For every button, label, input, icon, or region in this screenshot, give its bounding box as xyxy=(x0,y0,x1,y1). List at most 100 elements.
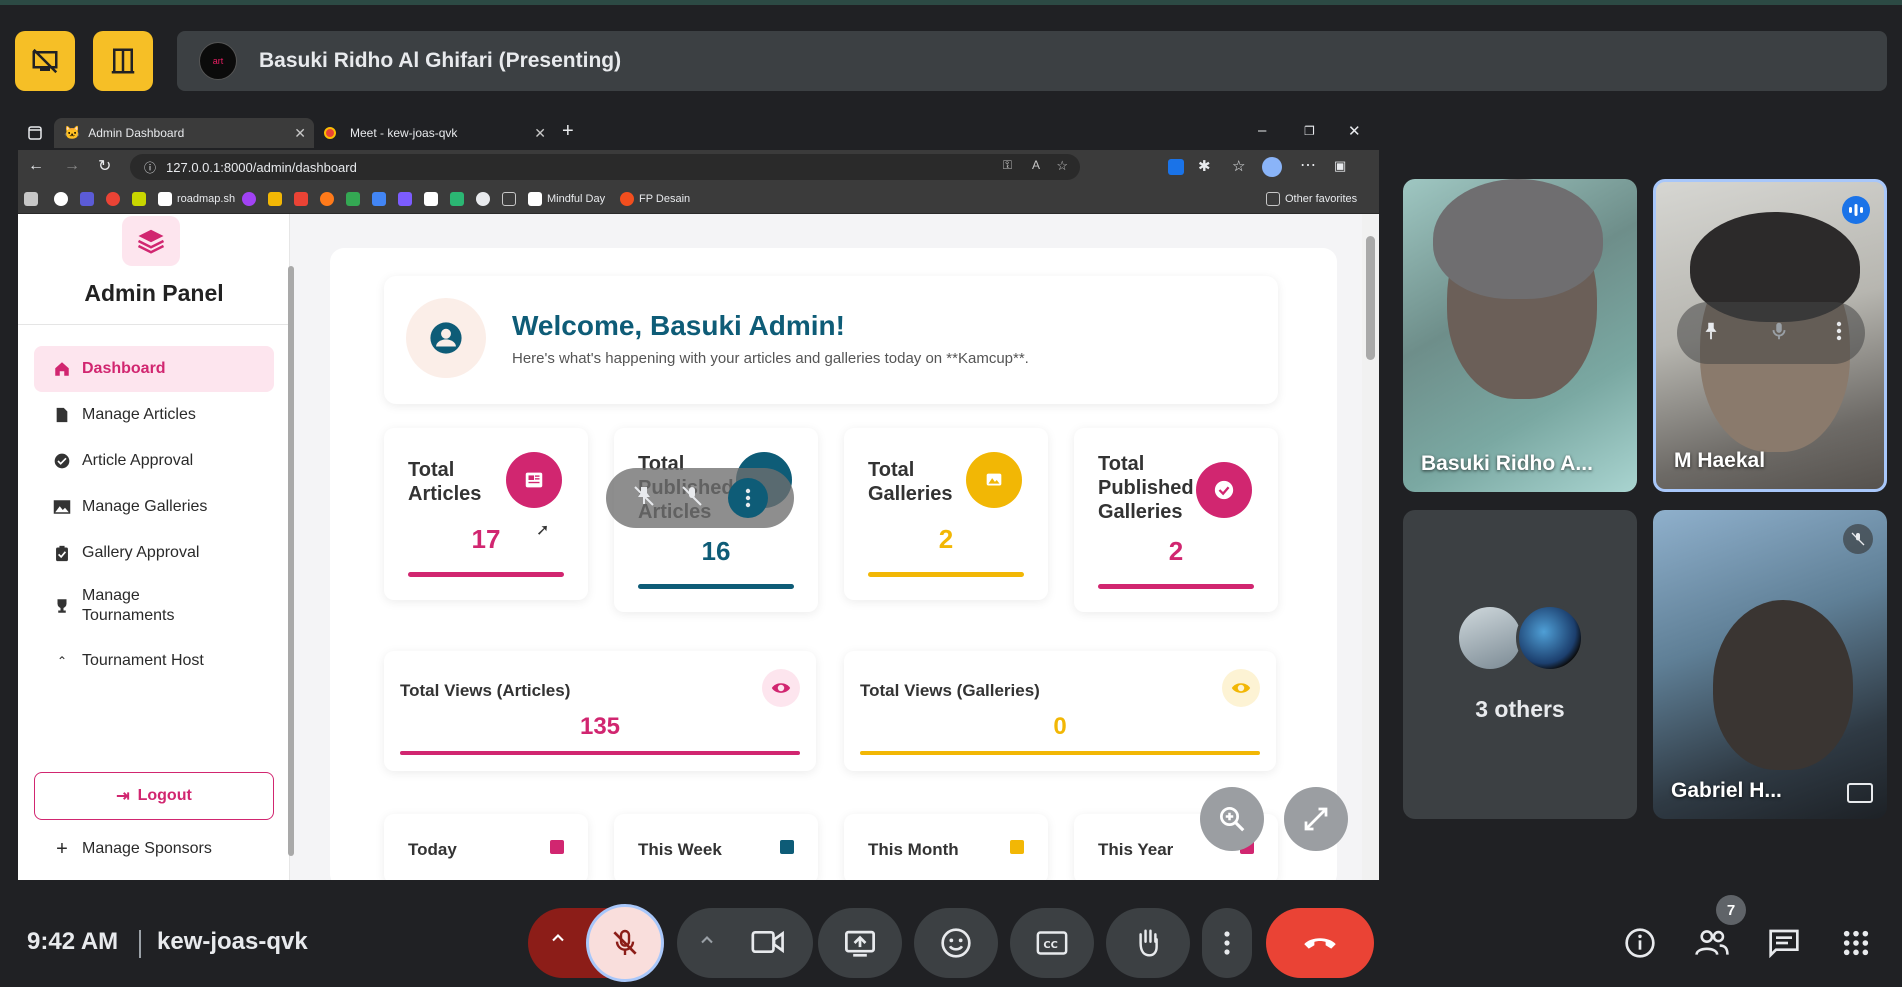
sidebar-item-manage-sponsors[interactable]: + Manage Sponsors xyxy=(34,826,274,872)
chat-button[interactable] xyxy=(1765,924,1803,962)
audio-options-chevron-icon[interactable] xyxy=(548,928,568,953)
leave-call-button[interactable] xyxy=(1266,908,1374,978)
read-aloud-icon[interactable]: A xyxy=(1032,158,1040,172)
views-value: 135 xyxy=(579,713,621,740)
bookmark-google[interactable] xyxy=(54,191,68,207)
address-bar[interactable]: ⓘ 127.0.0.1:8000/admin/dashboard ☆ A ⚿ xyxy=(130,154,1080,180)
sidebar-item-gallery-approval[interactable]: Gallery Approval xyxy=(34,530,274,576)
screen-share-off-button[interactable] xyxy=(15,31,75,91)
stat-label: Total Galleries xyxy=(868,459,953,505)
period-label: This Month xyxy=(868,840,959,859)
sidebar-item-article-approval[interactable]: Article Approval xyxy=(34,438,274,484)
bookmark-icon-6[interactable] xyxy=(294,191,308,207)
bookmark-youtube[interactable] xyxy=(106,191,120,207)
sidebar-item-manage-galleries[interactable]: Manage Galleries xyxy=(34,484,274,530)
participant-hair xyxy=(1433,179,1603,299)
mute-participant-icon[interactable] xyxy=(1768,319,1790,348)
favorite-star-icon[interactable]: ☆ xyxy=(1056,158,1068,174)
more-options-icon[interactable] xyxy=(1836,321,1842,346)
meeting-details-button[interactable] xyxy=(1621,924,1659,962)
stat-value: 16 xyxy=(701,536,731,566)
calendar-icon xyxy=(780,840,794,854)
close-icon[interactable]: ✕ xyxy=(294,125,306,142)
bookmark-icon-13[interactable] xyxy=(476,191,490,207)
present-screen-button[interactable] xyxy=(818,908,902,978)
stat-card-total-galleries: Total Galleries 2 xyxy=(844,428,1048,600)
video-options-chevron-icon[interactable] xyxy=(697,930,717,955)
bookmark-icon-7[interactable] xyxy=(320,191,334,207)
tab-meet[interactable]: Meet - kew-joas-qvk ✕ xyxy=(314,118,554,148)
sidebar-item-label: Tournament Host xyxy=(82,652,204,669)
fullscreen-button[interactable] xyxy=(1284,787,1348,851)
captions-icon: CC xyxy=(1036,931,1068,955)
reload-icon[interactable]: ↻ xyxy=(98,156,111,176)
tab-admin-dashboard[interactable]: 🐱 Admin Dashboard ✕ xyxy=(54,118,314,148)
bookmark-icon-9[interactable] xyxy=(372,191,386,207)
bookmark-icon-10[interactable] xyxy=(398,191,412,207)
reactions-button[interactable] xyxy=(914,908,998,978)
back-icon[interactable]: ← xyxy=(28,157,44,175)
people-button[interactable] xyxy=(1693,924,1731,962)
close-icon[interactable]: ✕ xyxy=(534,125,546,142)
participant-tile-gabriel[interactable]: Gabriel H... xyxy=(1653,510,1887,819)
zoom-button[interactable] xyxy=(1200,787,1264,851)
page-scrollbar-thumb[interactable] xyxy=(1366,236,1375,360)
bookmark-icon-12[interactable] xyxy=(450,191,464,207)
tab-actions-icon[interactable] xyxy=(28,126,42,145)
present-icon xyxy=(845,930,875,957)
door-layout-button[interactable] xyxy=(93,31,153,91)
other-favorites[interactable]: Other favorites xyxy=(1266,191,1357,207)
more-options-button[interactable] xyxy=(1202,908,1252,978)
more-icon[interactable]: ⋯ xyxy=(1300,155,1316,175)
forward-icon[interactable]: → xyxy=(64,157,80,175)
bookmark-icon-8[interactable] xyxy=(346,191,360,207)
more-options-icon[interactable] xyxy=(728,478,768,518)
participant-tile-basuki[interactable]: Basuki Ridho A... xyxy=(1403,179,1637,492)
bookmark-icon-11[interactable] xyxy=(424,191,438,207)
presentation-overlay-controls xyxy=(606,468,794,528)
new-tab-icon[interactable]: + xyxy=(562,120,574,143)
bookmark-roadmap[interactable]: roadmap.sh xyxy=(158,191,235,207)
bookmark-icon-2[interactable] xyxy=(80,191,94,207)
bookmark-icon-5[interactable] xyxy=(268,191,282,207)
bookmark-icon-1[interactable] xyxy=(24,191,38,207)
minimize-icon[interactable]: – xyxy=(1258,122,1266,139)
sidebar-item-label: Manage Tournaments xyxy=(82,587,175,624)
bookmark-fp-desain[interactable]: FP Desain xyxy=(620,191,690,207)
camera-icon[interactable] xyxy=(751,928,785,961)
image-icon xyxy=(52,499,72,515)
raise-hand-button[interactable] xyxy=(1106,908,1190,978)
bookmark-icon-4[interactable] xyxy=(242,191,256,207)
mute-presentation-icon[interactable] xyxy=(680,484,704,513)
captions-button[interactable]: CC xyxy=(1010,908,1094,978)
sidebar-item-manage-tournaments[interactable]: Manage Tournaments xyxy=(34,578,274,634)
extension-icon[interactable] xyxy=(1168,159,1184,175)
sidebar-toggle-icon[interactable]: ▣ xyxy=(1334,158,1346,174)
extensions-puzzle-icon[interactable]: ✱ xyxy=(1198,157,1211,175)
profile-avatar[interactable] xyxy=(1262,157,1282,177)
bookmark-mindful-day[interactable]: Mindful Day xyxy=(528,191,605,207)
unpin-icon[interactable] xyxy=(632,484,656,513)
logout-button[interactable]: ⇥ Logout xyxy=(34,772,274,820)
sidebar-item-manage-articles[interactable]: Manage Articles xyxy=(34,392,274,438)
window-close-icon[interactable]: ✕ xyxy=(1348,122,1361,140)
restore-icon[interactable]: ❐ xyxy=(1304,124,1315,138)
other-favorites-label: Other favorites xyxy=(1285,193,1358,205)
period-label: Today xyxy=(408,840,457,859)
stat-bar xyxy=(868,572,1024,577)
favorites-icon[interactable]: ☆ xyxy=(1232,157,1245,175)
activities-button[interactable] xyxy=(1837,924,1875,962)
sidebar-item-dashboard[interactable]: Dashboard xyxy=(34,346,274,392)
browser-toolbar: ← → ↻ ⓘ 127.0.0.1:8000/admin/dashboard ☆… xyxy=(18,150,1379,184)
picture-in-picture-icon[interactable] xyxy=(1847,783,1873,803)
people-count-badge: 7 xyxy=(1716,895,1746,925)
bookmark-icon-3[interactable] xyxy=(132,191,146,207)
home-icon[interactable] xyxy=(502,191,516,207)
avatar xyxy=(1456,604,1524,672)
key-icon[interactable]: ⚿ xyxy=(1003,158,1012,173)
pin-icon[interactable] xyxy=(1700,319,1722,348)
sidebar-item-tournament-host[interactable]: ⌃ Tournament Host xyxy=(34,648,274,674)
views-value: 0 xyxy=(1053,713,1067,740)
microphone-toggle-button[interactable] xyxy=(586,904,664,982)
sidebar-scrollbar[interactable] xyxy=(288,266,294,856)
